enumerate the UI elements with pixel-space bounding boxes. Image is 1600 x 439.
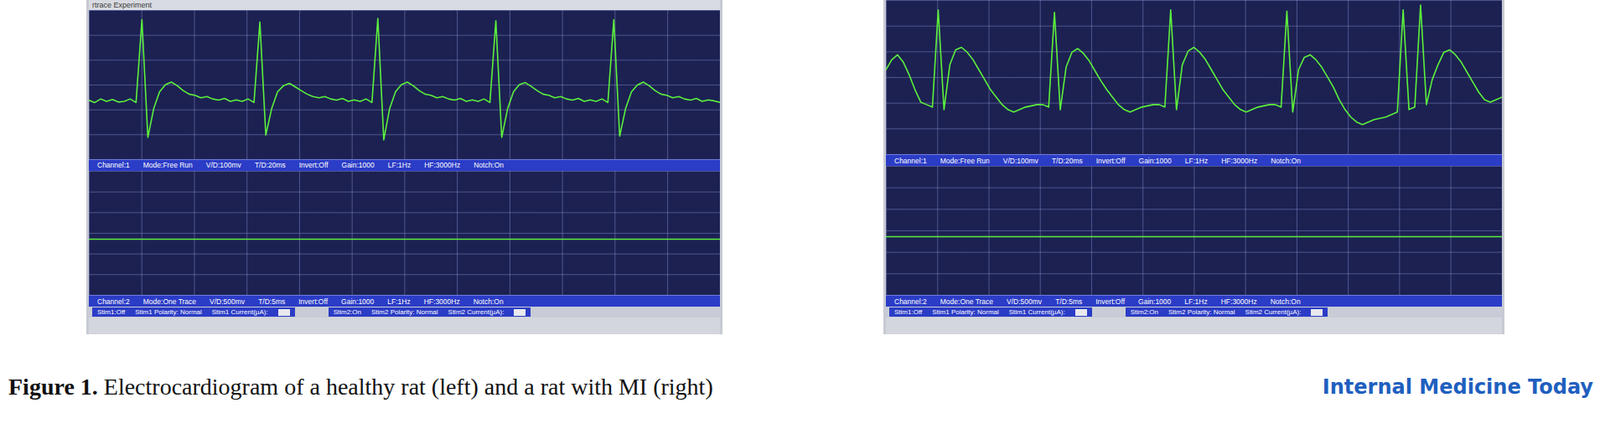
journal-name: Internal Medicine Today <box>1322 375 1594 399</box>
info-item: Channel:1 <box>894 156 927 166</box>
info-item: LF:1Hz <box>387 297 410 306</box>
stim-item: Stim1:Off <box>97 308 125 316</box>
figure-panels: rtrace Experiment Channel:1 Mode:Free Run V… <box>0 0 1600 335</box>
info-item: Mode:Free Run <box>143 160 193 170</box>
info-item: Notch:On <box>473 297 504 306</box>
ecg-chart <box>885 165 1502 296</box>
info-item: V/D:100mv <box>1003 156 1039 166</box>
ecg-chart <box>88 10 720 160</box>
figure-caption: Figure 1.Electrocardiogram of a healthy … <box>8 373 714 401</box>
caption-label: Figure 1. <box>8 373 99 400</box>
stim-group: Stim1:Off Stim1 Polarity: Normal Stim1 Cur… <box>889 307 1093 317</box>
info-item: T/D:5ms <box>1055 297 1083 306</box>
info-item: Invert:Off <box>298 297 328 306</box>
info-item: LF:1Hz <box>388 160 411 170</box>
info-item: T/D:20ms <box>1051 156 1083 166</box>
channel1-display <box>885 0 1502 155</box>
stim-item: Stim2:On <box>1130 308 1159 316</box>
info-item: HF:3000Hz <box>424 160 461 170</box>
info-item: Invert:Off <box>1096 156 1126 166</box>
info-item: V/D:500mv <box>1006 297 1042 306</box>
info-item: HF:3000Hz <box>1221 156 1258 166</box>
info-item: Mode:Free Run <box>940 156 990 166</box>
info-item: Notch:On <box>1270 156 1301 166</box>
stim-item: Stim2:On <box>333 308 362 316</box>
ecg-chart <box>885 0 1502 155</box>
stim-group: Stim2:On Stim2 Polarity: Normal Stim2 Curr… <box>1125 307 1329 317</box>
stim-current-field[interactable] <box>1075 309 1088 316</box>
info-item: Gain:1000 <box>1138 297 1171 306</box>
stim-bar: Stim1:Off Stim1 Polarity: Normal Stim1 Cur… <box>88 306 720 318</box>
info-item: Gain:1000 <box>1139 156 1172 166</box>
stim-item: Stim1 Current(µA): <box>212 308 269 316</box>
info-item: Notch:On <box>473 160 504 170</box>
info-item: Invert:Off <box>1095 297 1125 306</box>
info-item: Mode:One Trace <box>940 297 994 306</box>
stim-bar: Stim1:Off Stim1 Polarity: Normal Stim1 Cur… <box>885 306 1502 318</box>
stim-item: Stim1 Polarity: Normal <box>932 308 1000 316</box>
info-item: Channel:1 <box>97 160 130 170</box>
status-strip <box>885 317 1502 335</box>
ecg-trace <box>88 238 720 241</box>
info-item: Channel:2 <box>97 297 130 306</box>
stim-item: Stim1 Current(µA): <box>1009 308 1066 316</box>
stim-current-field[interactable] <box>278 309 290 316</box>
ecg-screen: Channel:1 Mode:Free Run V/D:100mv T/D:20ms I… <box>883 0 1505 335</box>
stim-item: Stim2 Polarity: Normal <box>371 308 439 316</box>
info-item: LF:1Hz <box>1184 297 1207 306</box>
info-item: Notch:On <box>1270 297 1301 306</box>
info-item: Mode:One Trace <box>143 297 197 306</box>
info-item: T/D:5ms <box>258 297 285 306</box>
ecg-chart <box>88 170 720 296</box>
ecg-trace <box>885 5 1502 125</box>
info-item: Gain:1000 <box>341 160 375 170</box>
info-item: T/D:20ms <box>254 160 286 170</box>
ecg-trace <box>885 236 1502 239</box>
info-item: Invert:Off <box>299 160 329 170</box>
stim-item: Stim1:Off <box>894 308 922 316</box>
channel2-display <box>885 165 1502 296</box>
stim-item: Stim1 Polarity: Normal <box>134 308 202 316</box>
stim-item: Stim2 Current(µA): <box>1245 308 1302 316</box>
window-title: rtrace Experiment <box>88 0 720 11</box>
info-item: Gain:1000 <box>341 297 374 306</box>
caption-row: Figure 1.Electrocardiogram of a healthy … <box>0 334 1600 439</box>
status-strip <box>88 317 720 335</box>
stim-group: Stim2:On Stim2 Polarity: Normal Stim2 Curr… <box>328 307 532 317</box>
ecg-screen: rtrace Experiment Channel:1 Mode:Free Run V… <box>86 0 723 335</box>
info-item: HF:3000Hz <box>1221 297 1258 306</box>
info-item: Channel:2 <box>894 297 927 306</box>
stim-current-field[interactable] <box>513 309 526 316</box>
channel-info-bar: Channel:1 Mode:Free Run V/D:100mv T/D:20ms I… <box>88 159 720 171</box>
info-item: V/D:500mv <box>209 297 245 306</box>
channel-info-bar: Channel:1 Mode:Free Run V/D:100mv T/D:20ms I… <box>885 154 1502 166</box>
info-item: HF:3000Hz <box>424 297 461 306</box>
info-item: LF:1Hz <box>1185 156 1208 166</box>
stim-item: Stim2 Current(µA): <box>448 308 505 316</box>
channel1-display <box>88 10 720 160</box>
channel2-display <box>88 170 720 296</box>
stim-item: Stim2 Polarity: Normal <box>1168 308 1236 316</box>
channel-info-bar: Channel:2 Mode:One Trace V/D:500mv T/D:5ms I… <box>88 295 720 307</box>
stim-current-field[interactable] <box>1310 309 1323 316</box>
stim-group: Stim1:Off Stim1 Polarity: Normal Stim1 Cur… <box>92 307 296 317</box>
ecg-trace <box>88 18 720 140</box>
channel-info-bar: Channel:2 Mode:One Trace V/D:500mv T/D:5ms I… <box>885 295 1502 307</box>
caption-text: Electrocardiogram of a healthy rat (left… <box>103 373 714 400</box>
info-item: V/D:100mv <box>206 160 242 170</box>
